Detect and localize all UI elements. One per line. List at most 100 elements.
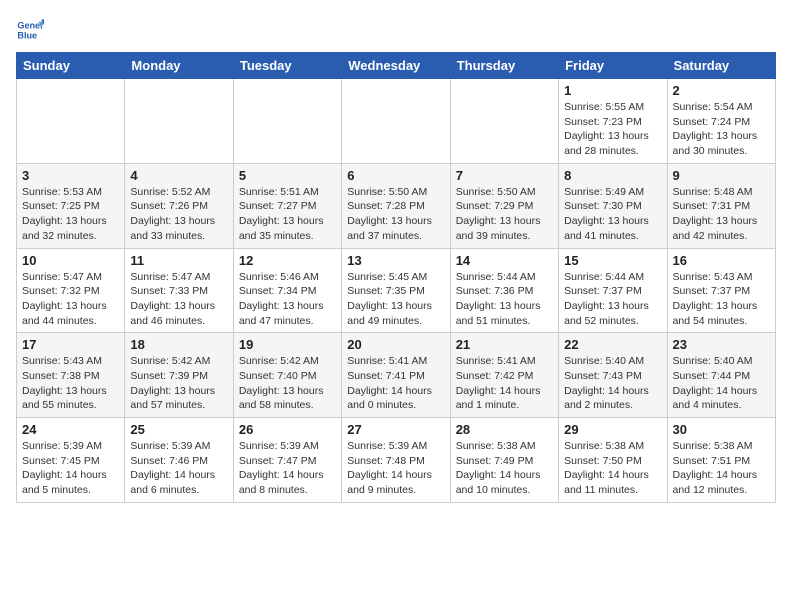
day-number: 10	[22, 253, 119, 268]
calendar-cell: 12 Sunrise: 5:46 AM Sunset: 7:34 PM Dayli…	[233, 248, 341, 333]
day-number: 5	[239, 168, 336, 183]
calendar-cell: 30 Sunrise: 5:38 AM Sunset: 7:51 PM Dayli…	[667, 418, 775, 503]
day-number: 7	[456, 168, 553, 183]
day-info: Sunrise: 5:50 AM Sunset: 7:29 PM Dayligh…	[456, 185, 553, 244]
day-info: Sunrise: 5:42 AM Sunset: 7:40 PM Dayligh…	[239, 354, 336, 413]
calendar-cell	[342, 79, 450, 164]
day-number: 11	[130, 253, 227, 268]
day-header-thursday: Thursday	[450, 53, 558, 79]
calendar-cell	[450, 79, 558, 164]
day-info: Sunrise: 5:47 AM Sunset: 7:33 PM Dayligh…	[130, 270, 227, 329]
calendar-cell: 17 Sunrise: 5:43 AM Sunset: 7:38 PM Dayli…	[17, 333, 125, 418]
day-number: 22	[564, 337, 661, 352]
day-number: 20	[347, 337, 444, 352]
calendar-cell: 9 Sunrise: 5:48 AM Sunset: 7:31 PM Daylig…	[667, 163, 775, 248]
day-info: Sunrise: 5:43 AM Sunset: 7:37 PM Dayligh…	[673, 270, 770, 329]
day-number: 17	[22, 337, 119, 352]
calendar-cell: 29 Sunrise: 5:38 AM Sunset: 7:50 PM Dayli…	[559, 418, 667, 503]
calendar-cell	[233, 79, 341, 164]
day-info: Sunrise: 5:44 AM Sunset: 7:36 PM Dayligh…	[456, 270, 553, 329]
day-info: Sunrise: 5:45 AM Sunset: 7:35 PM Dayligh…	[347, 270, 444, 329]
day-header-tuesday: Tuesday	[233, 53, 341, 79]
day-number: 12	[239, 253, 336, 268]
calendar-cell	[17, 79, 125, 164]
day-info: Sunrise: 5:51 AM Sunset: 7:27 PM Dayligh…	[239, 185, 336, 244]
svg-text:Blue: Blue	[17, 30, 37, 40]
calendar-cell: 14 Sunrise: 5:44 AM Sunset: 7:36 PM Dayli…	[450, 248, 558, 333]
calendar-cell: 16 Sunrise: 5:43 AM Sunset: 7:37 PM Dayli…	[667, 248, 775, 333]
day-number: 16	[673, 253, 770, 268]
calendar-cell: 23 Sunrise: 5:40 AM Sunset: 7:44 PM Dayli…	[667, 333, 775, 418]
day-number: 6	[347, 168, 444, 183]
day-number: 3	[22, 168, 119, 183]
day-info: Sunrise: 5:39 AM Sunset: 7:48 PM Dayligh…	[347, 439, 444, 498]
day-header-wednesday: Wednesday	[342, 53, 450, 79]
day-header-sunday: Sunday	[17, 53, 125, 79]
day-info: Sunrise: 5:44 AM Sunset: 7:37 PM Dayligh…	[564, 270, 661, 329]
day-number: 23	[673, 337, 770, 352]
day-info: Sunrise: 5:46 AM Sunset: 7:34 PM Dayligh…	[239, 270, 336, 329]
day-info: Sunrise: 5:55 AM Sunset: 7:23 PM Dayligh…	[564, 100, 661, 159]
calendar-cell: 28Sunrise: 5:38 AM Sunset: 7:49 PM Dayli…	[450, 418, 558, 503]
day-info: Sunrise: 5:39 AM Sunset: 7:45 PM Dayligh…	[22, 439, 119, 498]
day-info: Sunrise: 5:48 AM Sunset: 7:31 PM Dayligh…	[673, 185, 770, 244]
day-number: 4	[130, 168, 227, 183]
day-info: Sunrise: 5:47 AM Sunset: 7:32 PM Dayligh…	[22, 270, 119, 329]
day-info: Sunrise: 5:38 AM Sunset: 7:49 PM Dayligh…	[456, 439, 553, 498]
day-info: Sunrise: 5:39 AM Sunset: 7:46 PM Dayligh…	[130, 439, 227, 498]
day-info: Sunrise: 5:38 AM Sunset: 7:50 PM Dayligh…	[564, 439, 661, 498]
calendar-cell: 21 Sunrise: 5:41 AM Sunset: 7:42 PM Dayli…	[450, 333, 558, 418]
day-info: Sunrise: 5:39 AM Sunset: 7:47 PM Dayligh…	[239, 439, 336, 498]
calendar-cell: 7 Sunrise: 5:50 AM Sunset: 7:29 PM Daylig…	[450, 163, 558, 248]
day-number: 30	[673, 422, 770, 437]
day-number: 18	[130, 337, 227, 352]
calendar-cell: 13 Sunrise: 5:45 AM Sunset: 7:35 PM Dayli…	[342, 248, 450, 333]
calendar-cell: 10 Sunrise: 5:47 AM Sunset: 7:32 PM Dayli…	[17, 248, 125, 333]
day-header-monday: Monday	[125, 53, 233, 79]
day-number: 1	[564, 83, 661, 98]
day-info: Sunrise: 5:53 AM Sunset: 7:25 PM Dayligh…	[22, 185, 119, 244]
calendar-cell: 6 Sunrise: 5:50 AM Sunset: 7:28 PM Daylig…	[342, 163, 450, 248]
calendar-cell	[125, 79, 233, 164]
calendar-cell: 20 Sunrise: 5:41 AM Sunset: 7:41 PM Dayli…	[342, 333, 450, 418]
calendar: SundayMondayTuesdayWednesdayThursdayFrid…	[16, 52, 776, 503]
day-number: 24	[22, 422, 119, 437]
calendar-cell: 8 Sunrise: 5:49 AM Sunset: 7:30 PM Daylig…	[559, 163, 667, 248]
calendar-cell: 27 Sunrise: 5:39 AM Sunset: 7:48 PM Dayli…	[342, 418, 450, 503]
day-number: 27	[347, 422, 444, 437]
day-info: Sunrise: 5:40 AM Sunset: 7:43 PM Dayligh…	[564, 354, 661, 413]
day-header-saturday: Saturday	[667, 53, 775, 79]
day-number: 19	[239, 337, 336, 352]
calendar-cell: 4Sunrise: 5:52 AM Sunset: 7:26 PM Daylig…	[125, 163, 233, 248]
day-info: Sunrise: 5:54 AM Sunset: 7:24 PM Dayligh…	[673, 100, 770, 159]
day-info: Sunrise: 5:43 AM Sunset: 7:38 PM Dayligh…	[22, 354, 119, 413]
day-number: 8	[564, 168, 661, 183]
calendar-cell: 3 Sunrise: 5:53 AM Sunset: 7:25 PM Daylig…	[17, 163, 125, 248]
logo: General Blue	[16, 16, 48, 44]
calendar-cell: 11 Sunrise: 5:47 AM Sunset: 7:33 PM Dayli…	[125, 248, 233, 333]
day-info: Sunrise: 5:38 AM Sunset: 7:51 PM Dayligh…	[673, 439, 770, 498]
day-number: 2	[673, 83, 770, 98]
calendar-cell: 25Sunrise: 5:39 AM Sunset: 7:46 PM Dayli…	[125, 418, 233, 503]
day-number: 13	[347, 253, 444, 268]
calendar-cell: 19 Sunrise: 5:42 AM Sunset: 7:40 PM Dayli…	[233, 333, 341, 418]
calendar-cell: 1 Sunrise: 5:55 AM Sunset: 7:23 PM Daylig…	[559, 79, 667, 164]
day-number: 14	[456, 253, 553, 268]
calendar-cell: 5 Sunrise: 5:51 AM Sunset: 7:27 PM Daylig…	[233, 163, 341, 248]
day-info: Sunrise: 5:41 AM Sunset: 7:41 PM Dayligh…	[347, 354, 444, 413]
day-header-friday: Friday	[559, 53, 667, 79]
day-info: Sunrise: 5:49 AM Sunset: 7:30 PM Dayligh…	[564, 185, 661, 244]
day-number: 26	[239, 422, 336, 437]
day-info: Sunrise: 5:40 AM Sunset: 7:44 PM Dayligh…	[673, 354, 770, 413]
day-info: Sunrise: 5:41 AM Sunset: 7:42 PM Dayligh…	[456, 354, 553, 413]
calendar-cell: 15 Sunrise: 5:44 AM Sunset: 7:37 PM Dayli…	[559, 248, 667, 333]
day-number: 15	[564, 253, 661, 268]
day-number: 29	[564, 422, 661, 437]
calendar-cell: 24 Sunrise: 5:39 AM Sunset: 7:45 PM Dayli…	[17, 418, 125, 503]
day-number: 21	[456, 337, 553, 352]
day-info: Sunrise: 5:50 AM Sunset: 7:28 PM Dayligh…	[347, 185, 444, 244]
calendar-cell: 18Sunrise: 5:42 AM Sunset: 7:39 PM Dayli…	[125, 333, 233, 418]
calendar-cell: 22 Sunrise: 5:40 AM Sunset: 7:43 PM Dayli…	[559, 333, 667, 418]
day-number: 9	[673, 168, 770, 183]
calendar-cell: 2 Sunrise: 5:54 AM Sunset: 7:24 PM Daylig…	[667, 79, 775, 164]
